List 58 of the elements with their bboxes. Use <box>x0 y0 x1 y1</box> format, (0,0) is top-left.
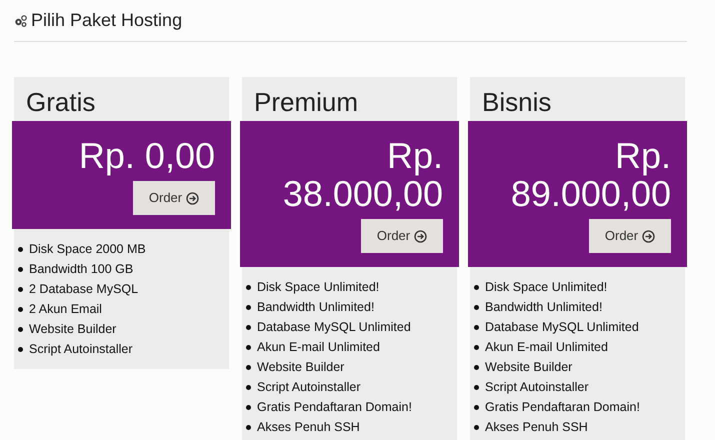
bullet-icon <box>474 344 479 350</box>
arrow-circle-icon <box>414 230 428 242</box>
feature-item: Gratis Pendaftaran Domain! <box>485 398 640 416</box>
feature-item: Script Autoinstaller <box>485 378 589 396</box>
feature-item: Akses Penuh SSH <box>257 418 360 436</box>
feature-item: Website Builder <box>485 358 572 376</box>
bullet-icon <box>246 424 251 430</box>
bullet-icon <box>18 346 23 352</box>
arrow-circle-icon <box>186 192 200 204</box>
bullet-icon <box>474 304 479 310</box>
feature-item: Disk Space Unlimited! <box>485 278 608 296</box>
bullet-icon <box>18 246 23 252</box>
bullet-icon <box>246 344 251 350</box>
bullet-icon <box>18 266 23 272</box>
bullet-icon <box>474 324 479 330</box>
feature-item: Bandwidth Unlimited! <box>257 298 374 316</box>
bullet-icon <box>474 364 479 370</box>
bullet-icon <box>18 326 23 332</box>
gears-icon <box>14 14 27 26</box>
bullet-icon <box>246 404 251 410</box>
plan-name: Gratis <box>25 86 96 119</box>
order-button[interactable]: Order <box>133 181 215 215</box>
plan-name: Bisnis <box>481 86 552 119</box>
bullet-icon <box>246 284 251 290</box>
price: Rp. 89.000,00 <box>510 137 671 213</box>
feature-item: Script Autoinstaller <box>257 378 361 396</box>
section-heading: Pilih Paket Hosting <box>31 9 182 32</box>
feature-item: Database MySQL Unlimited <box>257 318 411 336</box>
feature-item: Database MySQL Unlimited <box>485 318 639 336</box>
bullet-icon <box>246 324 251 330</box>
bullet-icon <box>18 286 23 292</box>
bullet-icon <box>246 304 251 310</box>
feature-item: Bandwidth 100 GB <box>29 260 134 278</box>
feature-item: Script Autoinstaller <box>29 340 133 358</box>
feature-item: Akses Penuh SSH <box>485 418 588 436</box>
feature-item: Website Builder <box>257 358 344 376</box>
price: Rp. 0,00 <box>78 137 215 175</box>
bullet-icon <box>246 364 251 370</box>
feature-item: Disk Space Unlimited! <box>257 278 380 296</box>
feature-item: Bandwidth Unlimited! <box>485 298 602 316</box>
order-button[interactable]: Order <box>361 219 443 253</box>
bullet-icon <box>474 284 479 290</box>
feature-item: 2 Akun Email <box>29 300 102 318</box>
feature-item: Website Builder <box>29 320 116 338</box>
feature-item: Akun E-mail Unlimited <box>485 338 608 356</box>
feature-item: Gratis Pendaftaran Domain! <box>257 398 412 416</box>
feature-item: Disk Space 2000 MB <box>29 240 146 258</box>
bullet-icon <box>18 306 23 312</box>
bullet-icon <box>474 404 479 410</box>
arrow-circle-icon <box>642 230 656 242</box>
bullet-icon <box>246 384 251 390</box>
feature-item: 2 Database MySQL <box>29 280 138 298</box>
price: Rp. 38.000,00 <box>282 137 443 213</box>
feature-item: Akun E-mail Unlimited <box>257 338 380 356</box>
order-button[interactable]: Order <box>589 219 671 253</box>
plan-name: Premium <box>253 86 360 119</box>
bullet-icon <box>474 384 479 390</box>
bullet-icon <box>474 424 479 430</box>
